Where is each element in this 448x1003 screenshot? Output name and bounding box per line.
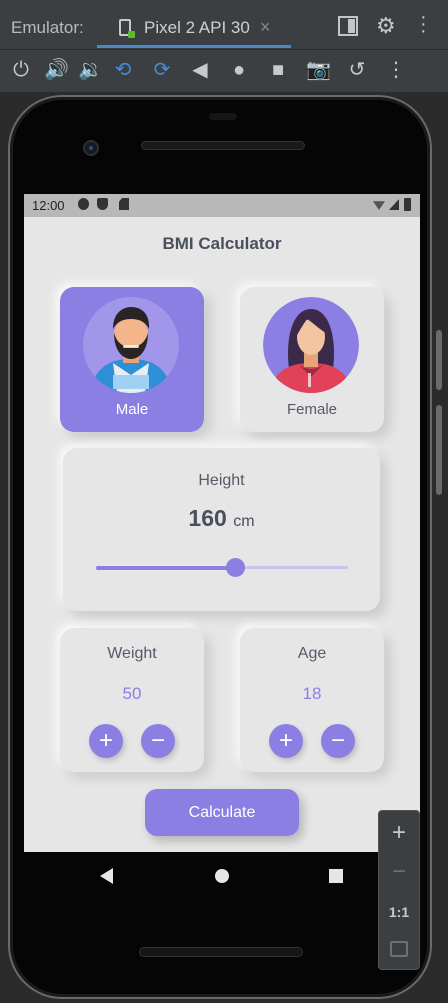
zoom-actual-size-button[interactable]: 1:1 — [379, 904, 419, 920]
height-slider[interactable] — [96, 558, 348, 577]
age-plus-button[interactable]: + — [269, 724, 303, 758]
signal-icon — [389, 199, 399, 210]
zoom-in-button[interactable]: + — [379, 819, 419, 847]
weight-label: Weight — [107, 645, 157, 662]
weight-plus-button[interactable]: + — [89, 724, 123, 758]
phone-side-button — [436, 330, 442, 390]
male-avatar — [83, 297, 179, 393]
volume-up-icon[interactable]: 🔊 — [44, 59, 69, 81]
age-value: 18 — [302, 684, 322, 703]
female-card[interactable]: Female — [240, 287, 384, 432]
emulator-title-bar: Emulator: Pixel 2 API 30 × ⚙ · · · — [0, 0, 448, 50]
rotate-right-icon[interactable]: ⟳ — [150, 59, 174, 81]
slider-fill — [96, 566, 235, 570]
height-value-display: 160 cm — [63, 505, 380, 532]
rotate-left-icon[interactable]: ⟲ — [111, 59, 135, 81]
gear-icon[interactable]: ⚙ — [376, 13, 396, 38]
wifi-icon — [373, 201, 385, 210]
device-icon — [119, 19, 135, 38]
device-tab-name: Pixel 2 API 30 — [144, 18, 250, 37]
top-speaker — [141, 141, 305, 150]
calculate-button[interactable]: Calculate — [145, 789, 299, 836]
slider-thumb[interactable] — [225, 558, 245, 577]
snapshot-icon[interactable]: ↺ — [345, 59, 369, 81]
male-label: Male — [115, 401, 149, 418]
sd-card-status-icon — [119, 198, 129, 210]
app-title: BMI Calculator — [162, 234, 282, 253]
overview-icon[interactable]: ■ — [268, 59, 288, 81]
nav-back-icon[interactable] — [100, 868, 113, 884]
android-nav-bar — [24, 852, 420, 900]
device-screen: 12:00 BMI Calculator Male Female Height … — [24, 194, 420, 852]
window-mode-icon[interactable] — [338, 16, 358, 36]
male-card[interactable]: Male — [60, 287, 204, 432]
screenshot-icon[interactable]: 📷 — [306, 59, 331, 81]
battery-icon — [404, 198, 411, 211]
emulator-toolbar: ⏻ 🔊 🔉 ⟲ ⟳ ◀ ● ■ 📷 ↺ ⋮ — [0, 51, 448, 91]
weight-value: 50 — [122, 684, 142, 703]
nav-home-icon[interactable] — [215, 869, 229, 883]
settings-status-icon — [78, 198, 89, 210]
close-tab-icon[interactable]: × — [260, 17, 271, 38]
more-icon[interactable]: · · · — [420, 7, 440, 41]
phone-volume-button — [436, 405, 442, 495]
status-time: 12:00 — [32, 198, 65, 213]
zoom-panel: + − 1:1 — [378, 810, 420, 970]
emulator-label: Emulator: — [11, 18, 84, 37]
age-card: Age 18 + − — [240, 628, 384, 772]
weight-minus-button[interactable]: − — [141, 724, 175, 758]
back-icon[interactable]: ◀ — [190, 59, 210, 81]
nav-recents-icon[interactable] — [329, 869, 343, 883]
more-icon[interactable]: ⋮ — [386, 59, 406, 81]
weight-card: Weight 50 + − — [60, 628, 204, 772]
front-camera — [83, 140, 99, 156]
power-icon[interactable]: ⏻ — [10, 59, 32, 81]
tab-active-indicator — [97, 45, 291, 48]
zoom-out-button[interactable]: − — [379, 858, 419, 886]
zoom-fit-icon[interactable] — [390, 941, 408, 957]
shield-status-icon — [97, 198, 108, 210]
volume-down-icon[interactable]: 🔉 — [78, 59, 103, 81]
bottom-speaker — [139, 947, 303, 957]
home-icon[interactable]: ● — [229, 59, 249, 81]
earpiece — [209, 113, 237, 120]
female-avatar — [263, 297, 359, 393]
female-label: Female — [286, 401, 338, 418]
height-value: 160 — [188, 505, 227, 531]
age-label: Age — [297, 645, 327, 662]
status-bar: 12:00 — [24, 194, 420, 217]
age-minus-button[interactable]: − — [321, 724, 355, 758]
height-unit: cm — [233, 513, 255, 530]
height-card: Height 160 cm — [63, 448, 380, 611]
device-tab[interactable]: Pixel 2 API 30 × — [97, 10, 291, 48]
height-label: Height — [198, 472, 245, 489]
